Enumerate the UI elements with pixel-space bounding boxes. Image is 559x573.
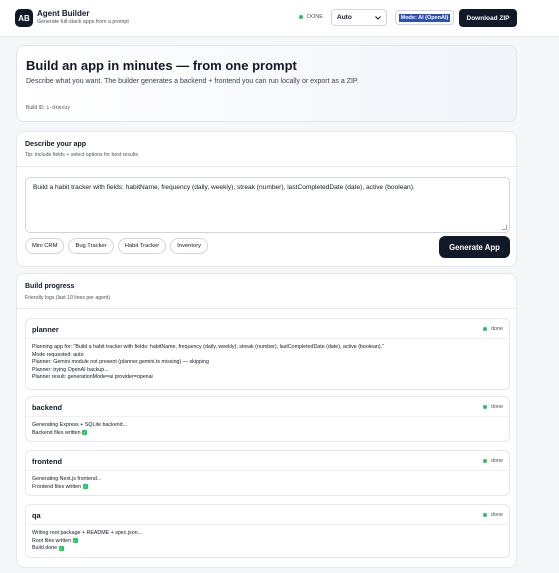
status-dot-icon [299,15,303,19]
progress-title: Build progress [25,283,75,290]
log-line: Planner result: generationMode=ai provid… [32,374,153,381]
download-zip-button[interactable]: Download ZIP [459,9,517,27]
agent-status: done [483,458,503,464]
describe-tip: Tip: include fields + select options for… [25,152,138,158]
progress-divider [17,308,516,309]
mode-select-value: Auto [337,14,352,21]
chip-mini-crm[interactable]: Mini CRM [25,238,65,254]
status-dot-icon [483,459,487,463]
log-line: Writing root package + README + spec.jso… [32,530,143,536]
hero-title: Build an app in minutes — from one promp… [26,58,297,73]
agent-name: backend [32,403,62,412]
prompt-input[interactable]: Build a habit tracker with fields: habit… [25,177,510,233]
check-icon: ✓ [58,545,64,551]
app-logo: AB [15,9,33,27]
describe-title: Describe your app [25,141,87,148]
chevron-down-icon [375,15,381,20]
agent-status-text: done [491,458,503,464]
check-icon: ✓ [82,484,88,490]
agent-status-text: done [491,404,503,410]
agent-status: done [483,404,503,410]
status-dot-icon [483,327,487,331]
hero-card: Build an app in minutes — from one promp… [16,45,517,122]
agent-status-text: done [491,512,503,518]
agent-name: planner [32,325,59,334]
agent-card-backend: backend done Generating Express + SQLite… [25,396,510,442]
build-id-value: 1-dtmxuy [46,105,71,111]
agent-status: done [483,326,503,332]
template-chips: Mini CRM Bug Tracker Habit Tracker Inven… [25,238,209,254]
log-line: Planner: trying OpenAI backup... [32,366,109,373]
agent-name: qa [32,511,41,520]
check-icon: ✓ [72,538,78,544]
log-line: Generating Express + SQLite backend... [32,422,127,428]
agent-divider [26,416,509,417]
resize-handle-icon[interactable] [502,225,507,230]
log-line: Mode requested: auto [32,351,84,358]
agent-log: Planning app for: "Build a habit tracker… [32,344,384,382]
prompt-input-value: Build a habit tracker with fields: habit… [33,184,415,191]
agent-divider [26,338,509,339]
log-line: Root files written [32,537,72,544]
agent-log: Generating Express + SQLite backend... B… [32,422,127,437]
hero-description: Describe what you want. The builder gene… [26,78,359,85]
status-dot-icon [483,513,487,517]
agent-log: Writing root package + README + spec.jso… [32,530,142,553]
top-bar: AB Agent Builder Generate full-stack app… [0,0,559,37]
generate-app-button[interactable]: Generate App [439,236,510,258]
progress-subtitle: Friendly logs (last 10 lines per agent) [25,295,111,301]
check-icon: ✓ [82,430,88,436]
build-id-label: Build ID: [26,105,45,111]
app-title: Agent Builder [37,9,90,18]
log-line: Frontend files written [32,483,82,490]
describe-divider [17,166,516,167]
agent-status: done [483,512,503,518]
chip-inventory[interactable]: Inventory [170,238,209,254]
mode-badge-text: Mode: AI (OpenAI) [398,13,451,22]
build-status-text: DONE [307,14,323,20]
agent-status-text: done [491,326,503,332]
describe-card: Describe your app Tip: include fields + … [16,131,517,267]
agent-card-frontend: frontend done Generating Next.js fronten… [25,450,510,496]
agent-log: Generating Next.js frontend... Frontend … [32,476,101,491]
chip-habit-tracker[interactable]: Habit Tracker [117,238,167,254]
agent-card-qa: qa done Writing root package + README + … [25,504,510,558]
mode-select[interactable]: Auto [331,9,387,26]
build-id: Build ID: 1-dtmxuy [26,105,70,111]
app-subtitle: Generate full-stack apps from a prompt [37,19,129,25]
status-dot-icon [483,405,487,409]
log-line: Planning app for: "Build a habit tracker… [32,344,384,350]
agent-divider [26,470,509,471]
agent-divider [26,524,509,525]
log-line: Generating Next.js frontend... [32,476,102,482]
agent-name: frontend [32,457,62,466]
log-line: Planner: Gemini module not present (plan… [32,359,209,366]
mode-badge-button[interactable]: Mode: AI (OpenAI) [395,10,454,25]
chip-bug-tracker[interactable]: Bug Tracker [68,238,114,254]
agent-card-planner: planner done Planning app for: "Build a … [25,318,510,390]
build-progress-card: Build progress Friendly logs (last 10 li… [16,273,517,568]
build-status: DONE [299,14,323,20]
log-line: Build done [32,545,58,552]
log-line: Backend files written [32,429,81,436]
